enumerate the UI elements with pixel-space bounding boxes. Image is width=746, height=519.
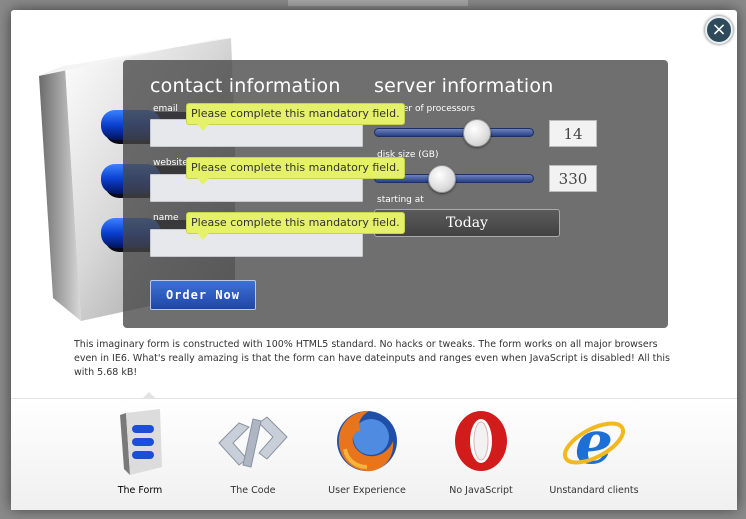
email-label: email [153,104,178,114]
order-now-button[interactable]: Order Now [150,280,256,310]
starting-at-label: starting at [377,195,424,205]
server-heading: server information [374,75,554,97]
tab-the-code[interactable]: The Code [198,405,308,499]
svg-text:e: e [575,408,613,477]
tab-unstandard-clients[interactable]: e Unstandard clients [539,405,649,499]
internet-explorer-icon: e [562,408,626,477]
website-label: website [153,158,188,168]
tab-user-experience[interactable]: User Experience [312,405,422,499]
disk-size-value[interactable]: 330 [549,165,597,192]
tab-label: Unstandard clients [549,485,639,496]
firefox-icon [337,411,397,472]
tab-label: No JavaScript [449,485,513,496]
tab-the-form[interactable]: The Form [85,405,195,499]
processors-range-track[interactable] [374,128,534,137]
processors-range-handle[interactable] [463,119,491,147]
code-icon [218,416,288,468]
close-icon: × [711,19,727,40]
active-tab-pointer [142,392,156,399]
tab-no-javascript[interactable]: No JavaScript [426,405,536,499]
tab-label: User Experience [328,485,406,496]
backdrop-decoration [288,0,468,6]
website-validation-tooltip: Please complete this mandatory field. [186,157,405,185]
name-label: name [153,213,179,223]
close-button[interactable]: × [705,16,733,44]
disk-size-range-handle[interactable] [428,165,456,193]
tab-label: The Code [230,485,276,496]
processors-value[interactable]: 14 [549,120,597,147]
feature-tabs-bar: The Form The Code User Experience No Jav… [11,392,737,510]
email-validation-tooltip: Please complete this mandatory field. [186,103,405,131]
form-icon [120,409,162,475]
opera-icon [455,411,507,471]
tab-label: The Form [117,485,163,496]
contact-heading: contact information [150,75,341,97]
name-validation-tooltip: Please complete this mandatory field. [186,212,405,240]
form-description: This imaginary form is constructed with … [74,339,670,378]
